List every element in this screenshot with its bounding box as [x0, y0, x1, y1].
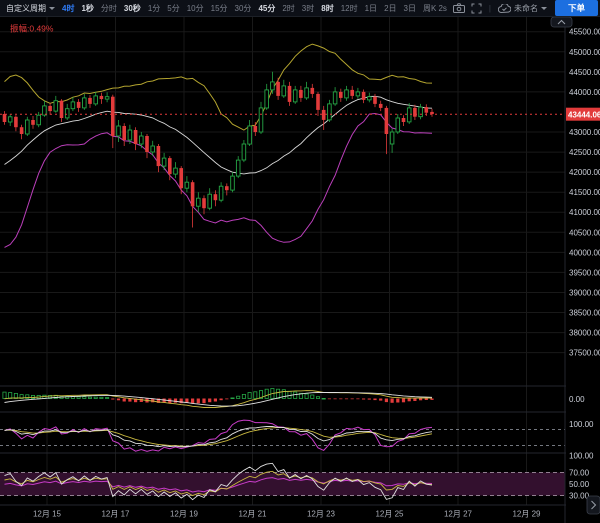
custom-period-label: 自定义周期 [6, 3, 46, 14]
svg-text:12月 29: 12月 29 [512, 510, 541, 519]
interval-button-11[interactable]: 3时 [302, 3, 314, 14]
svg-text:42500.00: 42500.00 [569, 148, 600, 157]
svg-text:39500.00: 39500.00 [569, 268, 600, 277]
svg-text:40000.00: 40000.00 [569, 248, 600, 257]
interval-button-3[interactable]: 30秒 [124, 3, 141, 14]
svg-text:12月 23: 12月 23 [307, 510, 336, 519]
interval-button-2[interactable]: 分时 [101, 3, 117, 14]
custom-period-menu[interactable]: 自定义周期 [6, 3, 55, 14]
svg-text:50.00: 50.00 [569, 480, 590, 489]
svg-text:42000.00: 42000.00 [569, 168, 600, 177]
svg-text:70.00: 70.00 [569, 469, 590, 478]
axis-collapse-tab[interactable] [551, 17, 572, 27]
svg-text:12月 17: 12月 17 [101, 510, 130, 519]
svg-text:41000.00: 41000.00 [569, 208, 600, 217]
interval-button-13[interactable]: 12时 [341, 3, 358, 14]
chevron-down-icon [541, 7, 547, 10]
cloud-check-icon [498, 4, 511, 13]
svg-text:41500.00: 41500.00 [569, 188, 600, 197]
svg-text:45000.00: 45000.00 [569, 48, 600, 57]
svg-text:38500.00: 38500.00 [569, 309, 600, 318]
toolbar-divider: | [488, 4, 492, 13]
interval-button-9[interactable]: 45分 [258, 3, 275, 14]
svg-text:30.00: 30.00 [569, 492, 590, 501]
interval-button-14[interactable]: 1日 [365, 3, 377, 14]
fullscreen-icon[interactable] [471, 3, 482, 14]
layout-menu[interactable]: 未命名 [498, 3, 547, 14]
svg-text:44000.00: 44000.00 [569, 88, 600, 97]
svg-text:12月 19: 12月 19 [170, 510, 199, 519]
panel-expand-tab[interactable] [587, 496, 600, 514]
svg-text:0.00: 0.00 [569, 395, 585, 404]
camera-icon[interactable] [453, 3, 465, 13]
svg-text:39000.00: 39000.00 [569, 288, 600, 297]
interval-list: 自定义周期 4时 1秒分时 30秒 1分 5分 10分 15分 30分 45分 2时 3时 8时 12时… [0, 3, 438, 14]
interval-button-17[interactable]: 周K [423, 3, 436, 14]
svg-text:38000.00: 38000.00 [569, 329, 600, 338]
interval-button-16[interactable]: 3日 [404, 3, 416, 14]
chevron-down-icon [49, 7, 55, 10]
interval-button-10[interactable]: 2时 [282, 3, 294, 14]
svg-text:37500.00: 37500.00 [569, 349, 600, 358]
interval-button-6[interactable]: 10分 [187, 3, 204, 14]
svg-text:12月 15: 12月 15 [33, 510, 62, 519]
trading-app: 自定义周期 4时 1秒分时 30秒 1分 5分 10分 15分 30分 45分 2时 3时 8时 12时… [0, 0, 600, 523]
svg-text:43444.06: 43444.06 [568, 111, 600, 120]
interval-button-0[interactable]: 4时 [62, 3, 74, 14]
interval-button-8[interactable]: 30分 [235, 3, 252, 14]
svg-text:100.00: 100.00 [569, 420, 594, 429]
svg-text:12月 25: 12月 25 [375, 510, 404, 519]
interval-button-4[interactable]: 1分 [148, 3, 160, 14]
interval-button-5[interactable]: 5分 [167, 3, 179, 14]
svg-text:12月 27: 12月 27 [444, 510, 473, 519]
layout-name: 未命名 [514, 3, 538, 14]
place-order-button[interactable]: 下单 [555, 0, 598, 16]
interval-button-15[interactable]: 2日 [384, 3, 396, 14]
interval-button-1[interactable]: 1秒 [81, 3, 93, 14]
chart-toolbar: 自定义周期 4时 1秒分时 30秒 1分 5分 10分 15分 30分 45分 2时 3时 8时 12时… [0, 0, 600, 17]
amplitude-legend: 振幅:0.49% [10, 24, 54, 34]
interval-button-7[interactable]: 15分 [211, 3, 228, 14]
svg-text:40500.00: 40500.00 [569, 228, 600, 237]
interval-button-12[interactable]: 8时 [321, 3, 333, 14]
chart-canvas[interactable]: 45500.00 45000.00 44500.00 44000.00 43000.00… [0, 17, 600, 523]
svg-text:100.00: 100.00 [569, 451, 594, 460]
svg-text:44500.00: 44500.00 [569, 68, 600, 77]
svg-text:12月 21: 12月 21 [238, 510, 267, 519]
svg-text:45500.00: 45500.00 [569, 28, 600, 37]
countdown-label: 2s [438, 4, 446, 13]
toolbar-right: 2s | 未命名 下单 [438, 0, 600, 16]
svg-text:43000.00: 43000.00 [569, 128, 600, 137]
